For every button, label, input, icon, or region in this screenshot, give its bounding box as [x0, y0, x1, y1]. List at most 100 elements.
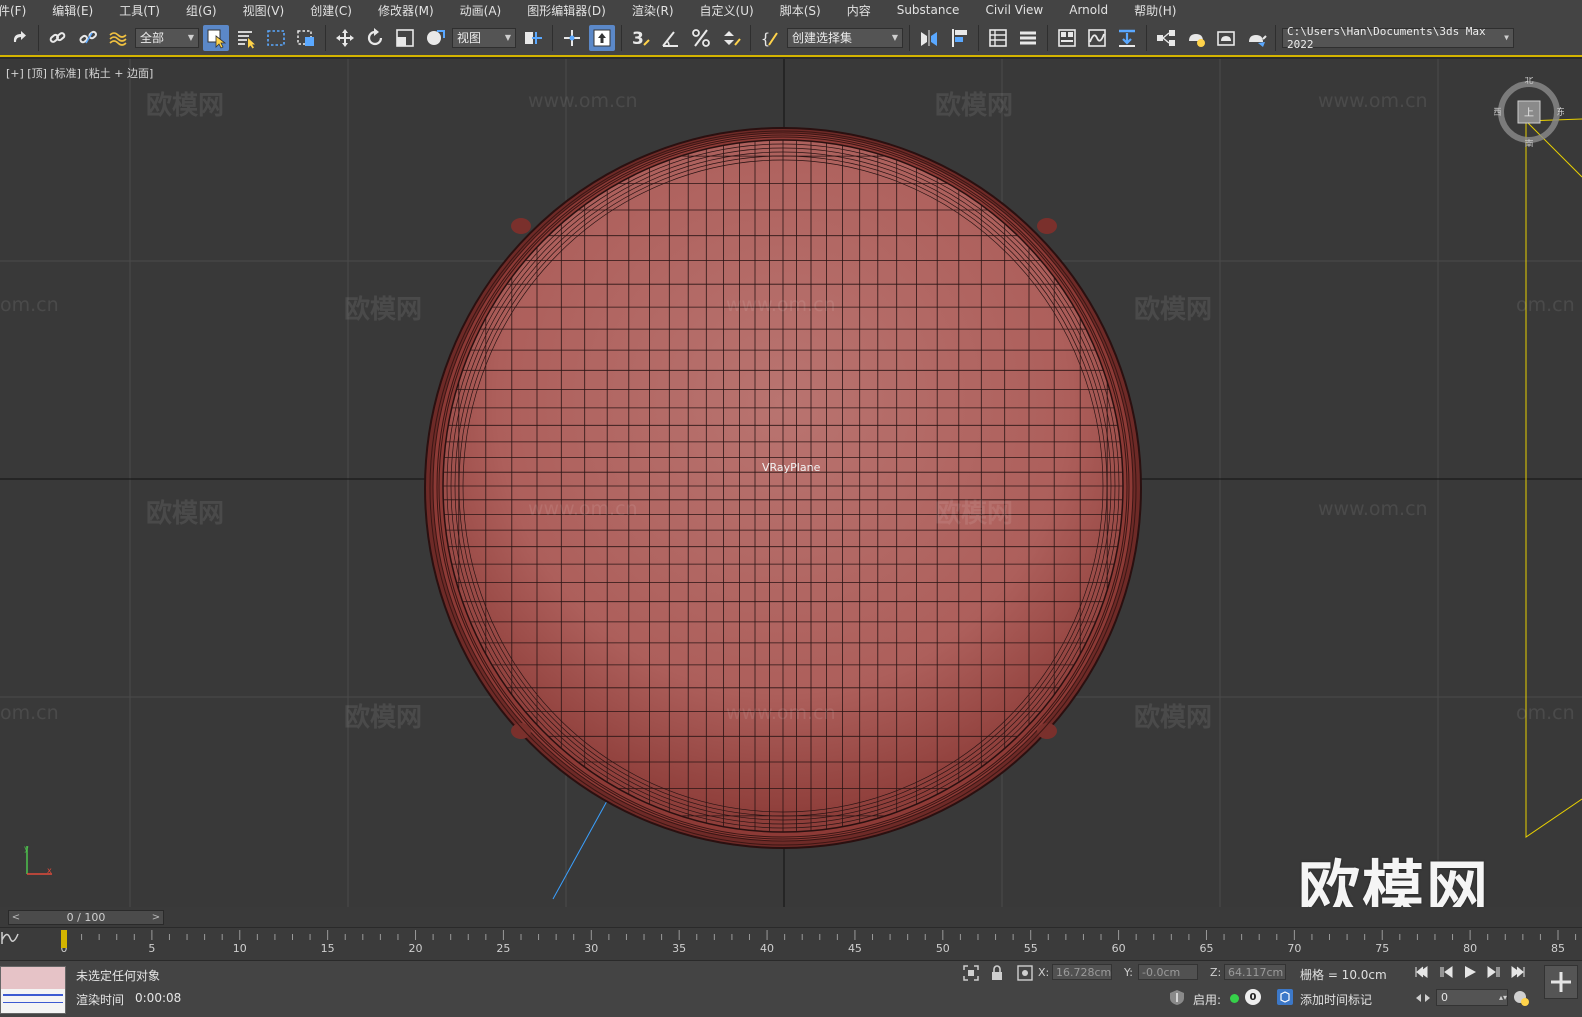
menu-item-1[interactable]: 编辑(E): [39, 2, 106, 19]
axis-tripod: y x: [24, 844, 52, 875]
rendered-frame-window-button[interactable]: [1213, 25, 1239, 51]
play-icon: [1465, 966, 1476, 978]
cushion-object[interactable]: [402, 99, 1164, 874]
watermark-url: www.om.cn: [528, 90, 638, 112]
next-frame-button[interactable]: [1484, 964, 1504, 980]
x-coord-field[interactable]: 16.728cm: [1052, 964, 1112, 980]
angle-snap-icon: [662, 30, 678, 47]
keyboard-shortcut-toggle[interactable]: [589, 24, 615, 51]
current-frame-field[interactable]: 0 ▴▾: [1436, 989, 1508, 1006]
percent-snap-button[interactable]: [688, 25, 714, 51]
chevron-left-icon[interactable]: <: [9, 912, 23, 923]
menu-item-16[interactable]: 帮助(H): [1121, 2, 1189, 19]
menu-item-2[interactable]: 工具(T): [106, 2, 173, 19]
adaptive-degradation-icon[interactable]: [1168, 988, 1186, 1006]
z-coord-field[interactable]: 64.117cm: [1224, 964, 1286, 980]
render-production-button[interactable]: [1243, 25, 1269, 51]
viewport-label-menu[interactable]: [+] [顶] [标准] [粘土 + 边面]: [6, 65, 153, 81]
play-button[interactable]: [1460, 964, 1480, 980]
mirror-button[interactable]: [916, 25, 942, 51]
menu-item-3[interactable]: 组(G): [173, 2, 230, 19]
ruler-tick-label: 30: [584, 942, 598, 955]
menu-item-7[interactable]: 动画(A): [447, 2, 515, 19]
toolbar-separator: [38, 24, 39, 51]
watermark-url: www.om.cn: [528, 498, 638, 520]
time-tag-icon[interactable]: [1276, 988, 1294, 1006]
viewcube-widget[interactable]: 上 北 南 东 西: [1494, 77, 1564, 147]
time-configuration-icon[interactable]: [1512, 989, 1530, 1007]
time-slider[interactable]: < 0 / 100 >: [8, 910, 164, 925]
compass-south-label: 南: [1524, 138, 1533, 147]
current-time-marker[interactable]: [61, 930, 67, 948]
menu-item-15[interactable]: Arnold: [1056, 3, 1121, 17]
compass-west-label: 西: [1494, 107, 1502, 118]
angle-snap-button[interactable]: [658, 25, 684, 51]
spinner-arrows-icon[interactable]: ▴▾: [1499, 993, 1507, 1002]
pivot-center-button[interactable]: [520, 25, 546, 51]
align-button[interactable]: [946, 25, 972, 51]
menu-item-8[interactable]: 图形编辑器(D): [514, 2, 619, 19]
reference-coord-dropdown[interactable]: 视图 ▼: [452, 27, 516, 48]
rect-selection-button[interactable]: [263, 25, 289, 51]
select-manipulate-button[interactable]: [559, 25, 585, 51]
spinner-snap-button[interactable]: [718, 25, 744, 51]
menu-item-5[interactable]: 创建(C): [297, 2, 365, 19]
viewport-add-button[interactable]: [1544, 965, 1578, 999]
curve-editor-button[interactable]: [1084, 25, 1110, 51]
ruler-tick-label: 20: [409, 942, 423, 955]
add-time-tag-link[interactable]: 添加时间标记: [1300, 991, 1372, 1008]
render-setup-button[interactable]: [1183, 25, 1209, 51]
menu-item-4[interactable]: 视图(V): [230, 2, 298, 19]
toggle-ribbon-button[interactable]: [1054, 25, 1080, 51]
goto-start-button[interactable]: [1412, 964, 1432, 980]
menu-item-14[interactable]: Civil View: [972, 3, 1056, 17]
selection-set-dropdown[interactable]: 创建选择集 ▼: [787, 27, 903, 48]
align-icon: [952, 28, 967, 47]
chevron-right-icon[interactable]: >: [149, 912, 163, 923]
unlink-button[interactable]: [75, 25, 101, 51]
x-coord-label: X:: [1038, 966, 1050, 979]
selection-lock-icon[interactable]: [988, 964, 1006, 982]
place-button[interactable]: [422, 25, 448, 51]
redo-button[interactable]: [6, 25, 32, 51]
bind-spacewarp-button[interactable]: [105, 25, 131, 51]
render-teapot-icon: [1249, 34, 1267, 47]
select-object-button[interactable]: [203, 24, 229, 51]
snap-toggle-button[interactable]: 3: [628, 25, 654, 51]
window-crossing-button[interactable]: [293, 25, 319, 51]
rotate-button[interactable]: [362, 25, 388, 51]
menu-item-11[interactable]: 脚本(S): [767, 2, 834, 19]
maxscript-input-area: [1, 967, 65, 989]
schematic-view-button[interactable]: [1153, 25, 1179, 51]
menu-item-6[interactable]: 修改器(M): [365, 2, 447, 19]
scale-button[interactable]: [392, 25, 418, 51]
project-folder-dropdown[interactable]: C:\Users\Han\Documents\3ds Max 2022 ▼: [1282, 25, 1514, 51]
isolate-selection-icon[interactable]: [962, 964, 980, 982]
light-gizmo[interactable]: [1525, 118, 1582, 838]
select-by-name-button[interactable]: [233, 25, 259, 51]
maxscript-listener[interactable]: [0, 966, 66, 1014]
menu-item-0[interactable]: 文件(F): [0, 2, 39, 19]
snap-dimension-label: 3: [632, 29, 644, 49]
track-bar[interactable]: 0 5 10 15 20 25 30 35 40 45 50 55 60 65 70 75 80 85: [0, 927, 1582, 960]
watermark-url: om.cn: [1516, 294, 1575, 316]
menu-item-10[interactable]: 自定义(U): [687, 2, 767, 19]
scene-explorer-button[interactable]: [985, 25, 1011, 51]
absolute-mode-icon[interactable]: [1016, 964, 1034, 982]
menu-item-12[interactable]: 内容: [834, 2, 884, 19]
menu-item-13[interactable]: Substance: [884, 3, 973, 17]
layer-explorer-button[interactable]: [1015, 25, 1041, 51]
dope-sheet-button[interactable]: [1114, 25, 1140, 51]
top-viewport[interactable]: y x [+] [顶] [标准] [粘土 + 边面] 欧模网 www.om.cn…: [0, 59, 1582, 907]
goto-end-button[interactable]: [1508, 964, 1528, 980]
y-coord-field[interactable]: -0.0cm: [1138, 964, 1198, 980]
enable-count-badge[interactable]: 0: [1245, 989, 1261, 1005]
key-mode-toggle-icon[interactable]: [1414, 989, 1432, 1007]
edit-named-selection-button[interactable]: {: [757, 25, 783, 51]
link-button[interactable]: [45, 25, 71, 51]
menu-item-9[interactable]: 渲染(R): [619, 2, 687, 19]
move-button[interactable]: [332, 25, 358, 51]
selection-filter-dropdown[interactable]: 全部 ▼: [135, 27, 199, 48]
svg-text:y: y: [24, 844, 29, 853]
previous-frame-button[interactable]: [1436, 964, 1456, 980]
